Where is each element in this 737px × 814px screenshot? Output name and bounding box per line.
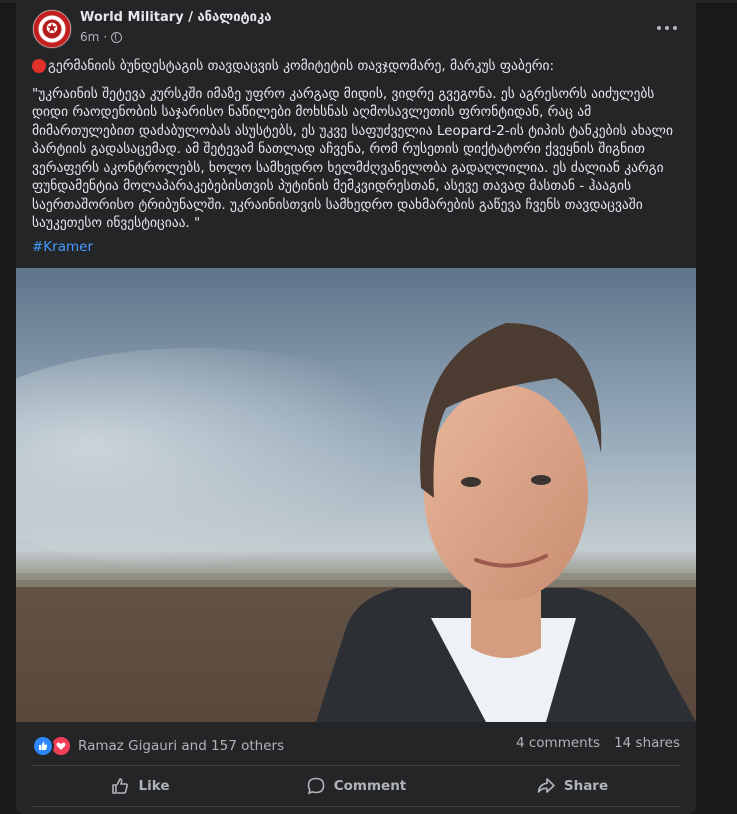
hashtag-link[interactable]: #Kramer <box>32 239 93 255</box>
globe-icon[interactable] <box>111 31 123 43</box>
post-header: ✪ World Military / ანალიტიკა 6m · <box>32 9 680 51</box>
reactors-text[interactable]: Ramaz Gigauri and 157 others <box>78 738 284 754</box>
share-label: Share <box>563 778 609 794</box>
post-stats: Ramaz Gigauri and 157 others 4 comments … <box>32 733 680 757</box>
divider-bottom <box>32 806 680 807</box>
divider-top <box>32 765 680 766</box>
like-button[interactable]: Like <box>32 767 248 805</box>
post-meta: 6m · <box>80 30 123 44</box>
thumbs-up-icon <box>32 735 54 757</box>
post-intro-text: გერმანიის ბუნდესტაგის თავდაცვის კომიტეტი… <box>48 58 554 74</box>
comments-count[interactable]: 4 comments <box>516 735 600 751</box>
more-horizontal-icon[interactable] <box>654 21 680 35</box>
post-card: ✪ World Military / ანალიტიკა 6m · გერმან… <box>16 0 696 814</box>
reaction-summary[interactable]: Ramaz Gigauri and 157 others <box>32 735 284 757</box>
page-name[interactable]: World Military / ანალიტიკა <box>80 10 271 25</box>
post-time[interactable]: 6m <box>80 30 99 44</box>
share-button[interactable]: Share <box>464 767 680 805</box>
comment-icon <box>307 777 325 795</box>
comment-button[interactable]: Comment <box>248 767 464 805</box>
post-actions: Like Comment Share <box>32 767 680 805</box>
share-icon <box>537 778 555 793</box>
military-emblem-icon: ✪ <box>46 21 58 37</box>
like-icon <box>112 778 129 794</box>
meta-separator: · <box>103 30 108 44</box>
red-circle-icon <box>32 59 46 74</box>
post-text: გერმანიის ბუნდესტაგის თავდაცვის კომიტეტი… <box>32 57 682 233</box>
post-photo[interactable] <box>16 268 696 722</box>
comment-label: Comment <box>333 778 407 794</box>
page-avatar[interactable]: ✪ <box>32 9 72 49</box>
shares-count[interactable]: 14 shares <box>614 735 680 751</box>
engagement-counts: 4 comments 14 shares <box>516 735 680 751</box>
post-quote: "უკრაინის შეტევა კურსკში იმაზე უფრო კარგ… <box>32 85 674 232</box>
portrait-photo <box>16 268 696 722</box>
like-label: Like <box>138 778 170 794</box>
post-intro: გერმანიის ბუნდესტაგის თავდაცვის კომიტეტი… <box>32 57 682 76</box>
